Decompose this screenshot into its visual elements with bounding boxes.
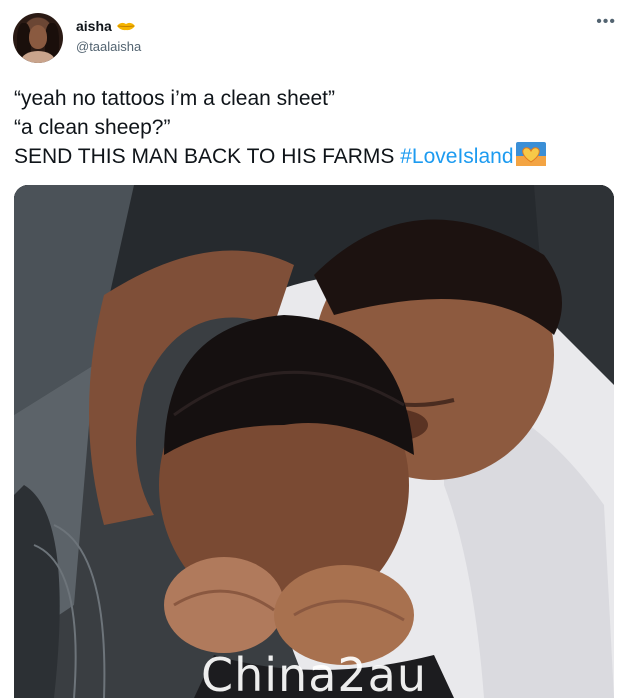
tweet-text: “yeah no tattoos i’m a clean sheet” “a c… bbox=[14, 84, 620, 171]
tweet-line-3-text: SEND THIS MAN BACK TO HIS FARMS bbox=[14, 145, 401, 168]
tweet-media[interactable]: Chinа2au bbox=[14, 185, 614, 698]
lips-emoji-icon bbox=[116, 22, 135, 31]
tweet-line-2: “a clean sheep?” bbox=[14, 116, 171, 139]
display-name[interactable]: aisha bbox=[76, 18, 112, 34]
love-island-heart-icon[interactable] bbox=[515, 142, 546, 166]
avatar[interactable] bbox=[13, 13, 63, 63]
tweet-line-1: “yeah no tattoos i’m a clean sheet” bbox=[14, 87, 336, 110]
more-options-icon[interactable]: ••• bbox=[596, 14, 616, 30]
hashtag-link[interactable]: #LoveIsland bbox=[400, 145, 513, 168]
tweet-line-3: SEND THIS MAN BACK TO HIS FARMS #LoveIsl… bbox=[14, 142, 620, 171]
tweet-card: aisha @taalaisha ••• “yeah no tattoos i’… bbox=[0, 0, 634, 698]
watermark-text: Chinа2au bbox=[200, 648, 427, 698]
tweet-header: aisha @taalaisha ••• bbox=[13, 13, 620, 63]
video-still-image bbox=[14, 185, 614, 698]
user-handle[interactable]: @taalaisha bbox=[76, 39, 141, 54]
author-info: aisha @taalaisha bbox=[76, 17, 141, 54]
